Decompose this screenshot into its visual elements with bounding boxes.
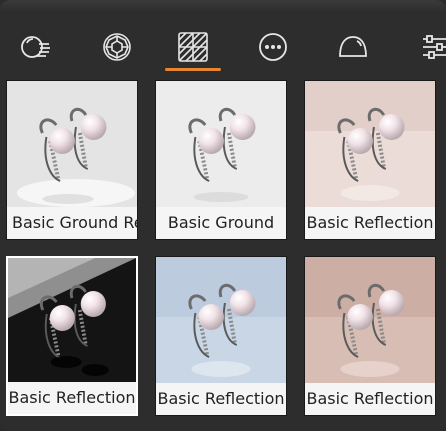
preset-label: Basic Reflection (305, 383, 435, 415)
preset-thumbnail (156, 257, 286, 385)
tool-more[interactable] (243, 22, 303, 72)
gem-icon (103, 33, 131, 61)
preset-label: Basic Ground (156, 207, 286, 239)
preset-tile[interactable]: Basic Ground Re (6, 80, 138, 240)
preset-tile[interactable]: Basic Reflection (304, 256, 436, 416)
tool-lighting[interactable] (5, 22, 65, 72)
preset-thumbnail (8, 258, 136, 386)
preset-label: Basic Ground Re (7, 207, 137, 239)
preset-tile[interactable]: Basic Reflection (6, 256, 138, 416)
hatched-grid-icon (178, 32, 208, 62)
preset-tile[interactable]: Basic Ground (155, 80, 287, 240)
panel-top-edge (0, 0, 446, 12)
tool-environment[interactable] (163, 22, 223, 72)
preset-tile[interactable]: Basic Reflection (304, 80, 436, 240)
toolbar (0, 22, 446, 74)
sliders-icon (423, 35, 446, 59)
tool-dome[interactable] (323, 22, 383, 72)
preset-thumbnail (156, 81, 286, 209)
preset-thumbnail (305, 81, 435, 209)
preset-tile[interactable]: Basic Reflection (155, 256, 287, 416)
preset-thumbnail (305, 257, 435, 385)
light-rays-icon (21, 36, 50, 58)
preset-label: Basic Reflection (8, 382, 136, 414)
scene-presets-panel: Basic Ground Re Basic Ground Basic Refle… (0, 0, 446, 431)
preset-label: Basic Reflection (156, 383, 286, 415)
dome-icon (339, 36, 367, 57)
preset-thumbnail (7, 81, 137, 209)
tool-material[interactable] (87, 22, 147, 72)
preset-label: Basic Reflection (305, 207, 435, 239)
more-dots-icon (259, 33, 287, 61)
tool-adjustments[interactable] (402, 22, 446, 72)
